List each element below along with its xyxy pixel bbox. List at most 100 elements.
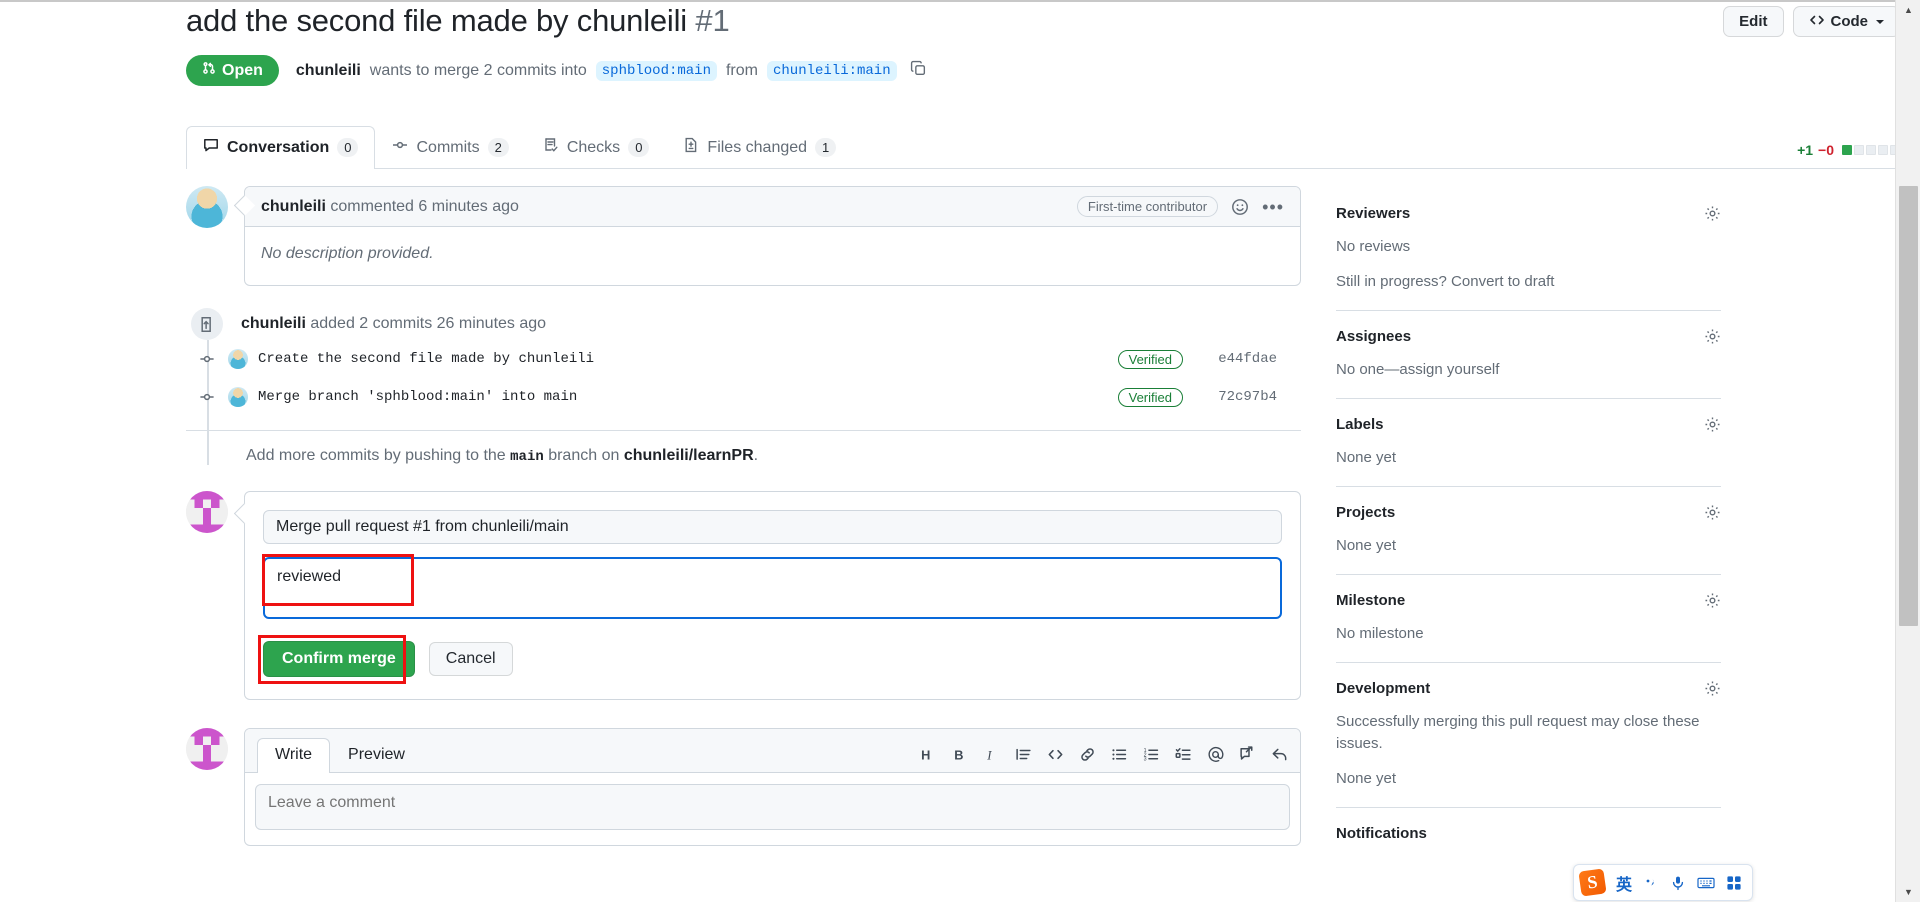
tab-preview[interactable]: Preview: [330, 738, 423, 773]
tab-conversation[interactable]: Conversation 0: [186, 126, 376, 169]
mention-icon[interactable]: [1207, 746, 1224, 763]
push-note-repo[interactable]: chunleili/learnPR: [624, 447, 754, 464]
sogou-ime-toolbar: S 英: [1573, 864, 1754, 901]
gear-icon[interactable]: [1704, 680, 1721, 697]
commit-message[interactable]: Merge branch 'sphblood:main' into main: [258, 389, 1118, 405]
commit-sha[interactable]: e44fdae: [1205, 351, 1277, 367]
commit-author-avatar[interactable]: [228, 387, 248, 407]
punctuation-toggle-icon[interactable]: [1643, 875, 1659, 891]
editor-tabs: Write Preview: [257, 738, 423, 773]
pr-description-comment: chunleili commented 6 minutes ago First-…: [186, 186, 1301, 286]
comment-author[interactable]: chunleili: [261, 198, 326, 215]
bold-icon[interactable]: B: [951, 746, 968, 763]
diffstat-block: [1878, 145, 1888, 155]
sidebar-heading: Projects: [1336, 504, 1721, 521]
sidebar-development-title: Development: [1336, 680, 1431, 697]
tab-write[interactable]: Write: [257, 738, 331, 773]
commits-group-summary: chunleili added 2 commits 26 minutes ago: [241, 315, 546, 333]
scroll-down-arrow-icon[interactable]: ▼: [1896, 882, 1920, 902]
commits-timeline-group: chunleili added 2 commits 26 minutes ago…: [186, 308, 1301, 465]
cancel-merge-button[interactable]: Cancel: [428, 642, 513, 676]
quote-icon[interactable]: [1015, 746, 1032, 763]
diffstat-blocks: [1842, 145, 1900, 155]
ordered-list-icon[interactable]: 1 2 3: [1143, 746, 1160, 763]
gear-icon[interactable]: [1704, 328, 1721, 345]
pr-header: add the second file made by chunleili #1…: [186, 2, 1900, 86]
comment-editor-card: Write Preview H B I 1 2 3 Leave a commen…: [244, 728, 1301, 846]
base-branch-chip[interactable]: sphblood:main: [595, 60, 717, 81]
link-icon[interactable]: [1079, 746, 1096, 763]
tab-checks[interactable]: Checks 0: [526, 126, 667, 169]
tab-files-changed-count: 1: [815, 138, 837, 157]
tab-checks-label: Checks: [566, 138, 621, 156]
language-mode-english-icon[interactable]: 英: [1616, 871, 1632, 895]
diffstat[interactable]: +1 −0: [1797, 142, 1900, 168]
edit-button[interactable]: Edit: [1723, 6, 1784, 37]
sidebar-projects-title: Projects: [1336, 504, 1396, 521]
push-note-prefix: Add more commits by pushing to the: [246, 447, 506, 464]
tab-files-changed[interactable]: Files changed 1: [666, 126, 853, 169]
merge-commit-title-input[interactable]: [263, 510, 1282, 544]
sidebar-milestone-title: Milestone: [1336, 592, 1406, 609]
pull-request-icon: [202, 61, 216, 80]
push-commits-icon: [191, 308, 223, 340]
pr-meta-row: Open chunleili wants to merge 2 commits …: [186, 55, 1900, 86]
ime-apps-icon[interactable]: [1726, 875, 1742, 891]
comment-body: No description provided.: [261, 245, 434, 262]
gear-icon[interactable]: [1704, 592, 1721, 609]
sidebar-assignees-title: Assignees: [1336, 328, 1412, 345]
sidebar-development-line-1: Successfully merging this pull request m…: [1336, 713, 1700, 752]
merge-commit-description-input[interactable]: [263, 557, 1282, 619]
pr-author[interactable]: chunleili: [296, 62, 361, 80]
confirm-merge-button[interactable]: Confirm merge: [263, 641, 415, 677]
commits-group-author[interactable]: chunleili: [241, 315, 306, 332]
code-icon[interactable]: [1047, 746, 1064, 763]
commit-author-avatar[interactable]: [228, 349, 248, 369]
commit-icon: [392, 137, 408, 158]
gear-icon[interactable]: [1704, 416, 1721, 433]
sogou-logo-icon[interactable]: S: [1578, 868, 1607, 897]
identicon-pattern: [186, 728, 228, 770]
sidebar-section-development: Development Successfully merging this pu…: [1336, 662, 1721, 807]
tab-commits[interactable]: Commits 2: [375, 126, 525, 169]
merge-identicon-avatar: [186, 491, 228, 533]
copy-branch-icon[interactable]: [910, 60, 927, 82]
merge-card: Confirm merge Cancel: [244, 491, 1301, 700]
commit-message[interactable]: Create the second file made by chunleili: [258, 351, 1118, 367]
status-badge-label: Open: [222, 61, 263, 79]
reply-icon[interactable]: [1271, 746, 1288, 763]
push-note-middle: branch on: [548, 447, 620, 464]
sidebar-section-milestone: Milestone No milestone: [1336, 574, 1721, 662]
commit-row: Create the second file made by chunleili…: [186, 340, 1301, 378]
commit-sha[interactable]: 72c97b4: [1205, 389, 1277, 405]
unordered-list-icon[interactable]: [1111, 746, 1128, 763]
sidebar-reviewers-line-2[interactable]: Still in progress? Convert to draft: [1336, 271, 1721, 293]
head-branch-chip[interactable]: chunleili:main: [766, 60, 897, 81]
voice-input-icon[interactable]: [1670, 875, 1686, 891]
cross-reference-icon[interactable]: [1239, 746, 1256, 763]
contributor-badge[interactable]: First-time contributor: [1076, 196, 1219, 217]
task-list-icon[interactable]: [1175, 746, 1192, 763]
soft-keyboard-icon[interactable]: [1697, 875, 1715, 891]
scroll-up-arrow-icon[interactable]: ▲: [1896, 0, 1920, 20]
svg-text:I: I: [986, 748, 992, 762]
emoji-reaction-icon[interactable]: [1231, 198, 1249, 216]
page-scrollbar[interactable]: ▲ ▼: [1895, 0, 1920, 902]
more-options-icon[interactable]: •••: [1262, 198, 1284, 216]
italic-icon[interactable]: I: [983, 746, 1000, 763]
gear-icon[interactable]: [1704, 504, 1721, 521]
gear-icon[interactable]: [1704, 205, 1721, 222]
heading-icon[interactable]: H: [919, 746, 936, 763]
sidebar-assignees-line-1[interactable]: No one—assign yourself: [1336, 359, 1721, 381]
header-actions: Edit Code: [1723, 2, 1900, 37]
verified-badge[interactable]: Verified: [1117, 349, 1183, 369]
scrollbar-thumb[interactable]: [1899, 186, 1918, 626]
verified-badge[interactable]: Verified: [1117, 387, 1183, 407]
sidebar-section-reviewers: Reviewers No reviews Still in progress? …: [1336, 205, 1721, 310]
commit-node-icon: [186, 351, 228, 367]
code-button[interactable]: Code: [1792, 6, 1900, 37]
new-comment-input[interactable]: [255, 784, 1290, 830]
avatar[interactable]: [186, 186, 228, 228]
chevron-down-icon: [1876, 19, 1884, 24]
sidebar-labels-title: Labels: [1336, 416, 1384, 433]
